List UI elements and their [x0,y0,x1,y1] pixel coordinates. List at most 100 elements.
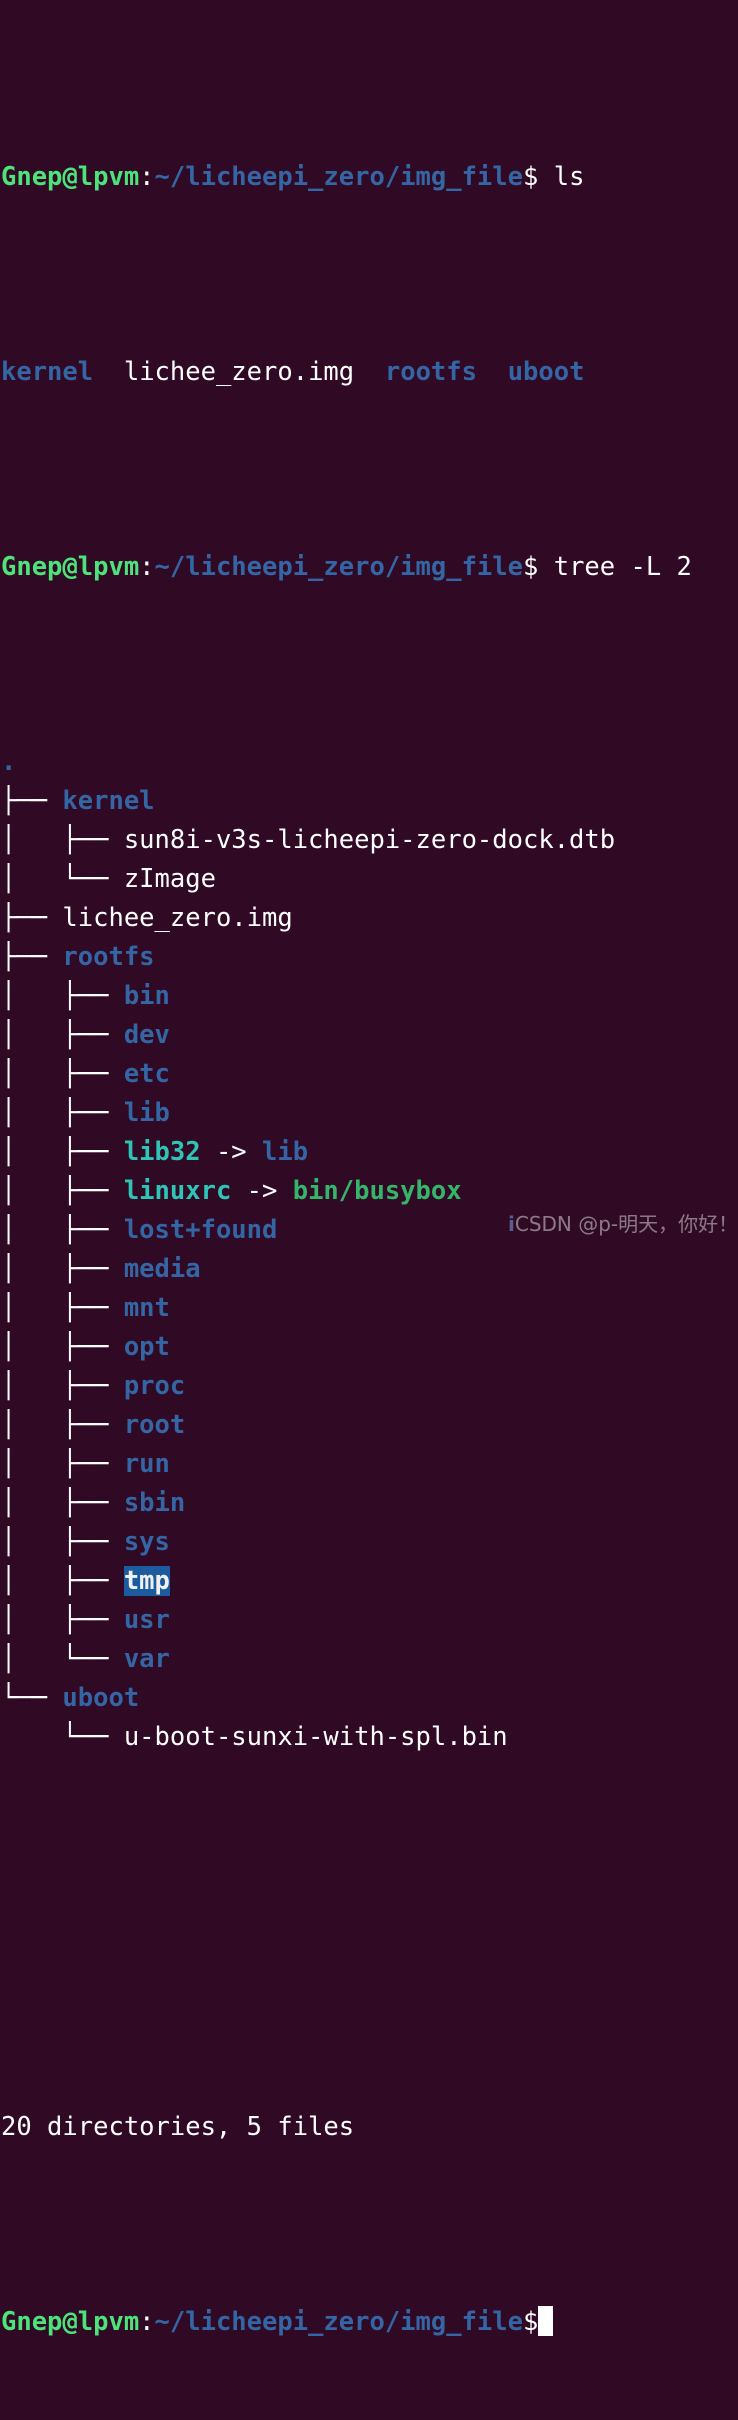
tree-branch-glyph: │ ├── [1,1020,124,1050]
tree-branch-glyph: │ ├── [1,1566,124,1596]
tree-branch-glyph: │ ├── [1,1137,124,1167]
symlink-target[interactable]: lib [262,1137,308,1167]
tree-branch-glyph: │ └── [1,1644,124,1674]
tree-branch-glyph: │ ├── [1,1332,124,1362]
prompt-path: ~/licheepi_zero/img_file [154,552,523,582]
tree-branch-glyph: │ ├── [1,1293,124,1323]
tree-branch-glyph: │ ├── [1,825,124,855]
tree-line: │ ├── lib32 -> lib [1,1133,738,1172]
tree-entry-proc[interactable]: proc [124,1371,185,1401]
ls-entry-uboot[interactable]: uboot [508,357,585,387]
ls-entry-kernel[interactable]: kernel [1,357,93,387]
tree-entry-lib[interactable]: lib [124,1098,170,1128]
tree-branch-glyph: ├── [1,786,63,816]
prompt-separator: : [139,162,155,192]
tree-line: │ ├── sun8i-v3s-licheepi-zero-dock.dtb [1,821,738,860]
terminal-screen[interactable]: Gnep@lpvm:~/licheepi_zero/img_file$ ls k… [0,0,738,2337]
tree-line: │ ├── root [1,1406,738,1445]
tree-branch-glyph: │ ├── [1,1059,124,1089]
tree-branch-glyph: └── [1,1722,124,1752]
ls-output-line: kernel lichee_zero.img rootfs uboot [1,353,738,392]
tree-branch-glyph: │ ├── [1,1410,124,1440]
tree-entry-media[interactable]: media [124,1254,201,1284]
tree-line: │ ├── lost+found [1,1211,738,1250]
tree-entry-lost-found[interactable]: lost+found [124,1215,278,1245]
tree-line: │ ├── proc [1,1367,738,1406]
symlink-arrow: -> [200,1137,263,1167]
tree-entry-u-boot-sunxi-with-spl-bin[interactable]: u-boot-sunxi-with-spl.bin [124,1722,508,1752]
text-cursor [538,2306,554,2336]
tree-entry--[interactable]: . [1,747,16,777]
prompt-user-host: Gnep@lpvm [1,2307,140,2337]
tree-entry-kernel[interactable]: kernel [62,786,154,816]
tree-line: │ ├── usr [1,1601,738,1640]
tree-entry-sbin[interactable]: sbin [124,1488,185,1518]
tree-line: │ ├── linuxrc -> bin/busybox [1,1172,738,1211]
prompt-user-host: Gnep@lpvm [1,162,140,192]
tree-entry-mnt[interactable]: mnt [124,1293,170,1323]
tree-branch-glyph: ├── [1,942,63,972]
prompt-separator: : [139,552,155,582]
tree-entry-sun8i-v3s-licheepi-zero-dock-dtb[interactable]: sun8i-v3s-licheepi-zero-dock.dtb [124,825,615,855]
tree-line: │ ├── dev [1,1016,738,1055]
tree-branch-glyph: │ ├── [1,1371,124,1401]
ls-entry-rootfs[interactable]: rootfs [385,357,477,387]
tree-summary: 20 directories, 5 files [1,2108,738,2147]
tree-entry-run[interactable]: run [124,1449,170,1479]
tree-entry-lichee-zero-img[interactable]: lichee_zero.img [62,903,292,933]
command-tree: tree -L 2 [538,552,692,582]
ls-entry-lichee-img[interactable]: lichee_zero.img [124,357,354,387]
prompt-line-ls: Gnep@lpvm:~/licheepi_zero/img_file$ ls [1,158,738,197]
tree-entry-root[interactable]: root [124,1410,185,1440]
prompt-symbol: $ [523,162,539,192]
tree-branch-glyph: │ ├── [1,981,124,1011]
tree-line: │ ├── lib [1,1094,738,1133]
tree-entry-linuxrc[interactable]: linuxrc [124,1176,231,1206]
prompt-path: ~/licheepi_zero/img_file [154,2307,523,2337]
tree-branch-glyph: │ ├── [1,1176,124,1206]
tree-entry-bin[interactable]: bin [124,981,170,1011]
tree-line: ├── rootfs [1,938,738,977]
tree-summary-text: 20 directories, 5 files [1,2112,355,2142]
tree-output: . ├── kernel │ ├── sun8i-v3s-licheepi-zero… [1,743,738,1757]
tree-branch-glyph: ├── [1,903,63,933]
tree-entry-lib32[interactable]: lib32 [124,1137,201,1167]
tree-entry-rootfs[interactable]: rootfs [62,942,154,972]
prompt-user-host: Gnep@lpvm [1,552,140,582]
tree-line: . [1,743,738,782]
tree-branch-glyph: └── [1,1683,63,1713]
prompt-separator: : [139,2307,155,2337]
tree-line: │ ├── bin [1,977,738,1016]
tree-line: │ ├── mnt [1,1289,738,1328]
tree-line: │ └── zImage [1,860,738,899]
tree-line: └── u-boot-sunxi-with-spl.bin [1,1718,738,1757]
tree-entry-dev[interactable]: dev [124,1020,170,1050]
tree-entry-usr[interactable]: usr [124,1605,170,1635]
prompt-path: ~/licheepi_zero/img_file [154,162,523,192]
tree-line: │ ├── sbin [1,1484,738,1523]
symlink-target[interactable]: bin/busybox [293,1176,462,1206]
tree-line: │ ├── media [1,1250,738,1289]
tree-line: │ ├── etc [1,1055,738,1094]
tree-branch-glyph: │ ├── [1,1215,124,1245]
tree-entry-uboot[interactable]: uboot [62,1683,139,1713]
tree-branch-glyph: │ ├── [1,1098,124,1128]
tree-line: │ ├── sys [1,1523,738,1562]
tree-line: └── uboot [1,1679,738,1718]
tree-entry-var[interactable]: var [124,1644,170,1674]
tree-entry-tmp[interactable]: tmp [123,1566,170,1596]
tree-entry-etc[interactable]: etc [124,1059,170,1089]
prompt-symbol: $ [523,552,539,582]
tree-branch-glyph: │ ├── [1,1488,124,1518]
tree-branch-glyph: │ ├── [1,1254,124,1284]
prompt-line-final: Gnep@lpvm:~/licheepi_zero/img_file$ [1,2303,738,2342]
tree-entry-opt[interactable]: opt [124,1332,170,1362]
tree-entry-zimage[interactable]: zImage [124,864,216,894]
tree-entry-sys[interactable]: sys [124,1527,170,1557]
tree-line: │ ├── opt [1,1328,738,1367]
symlink-arrow: -> [231,1176,293,1206]
tree-branch-glyph: │ ├── [1,1449,124,1479]
tree-branch-glyph: │ ├── [1,1527,124,1557]
tree-line: ├── kernel [1,782,738,821]
